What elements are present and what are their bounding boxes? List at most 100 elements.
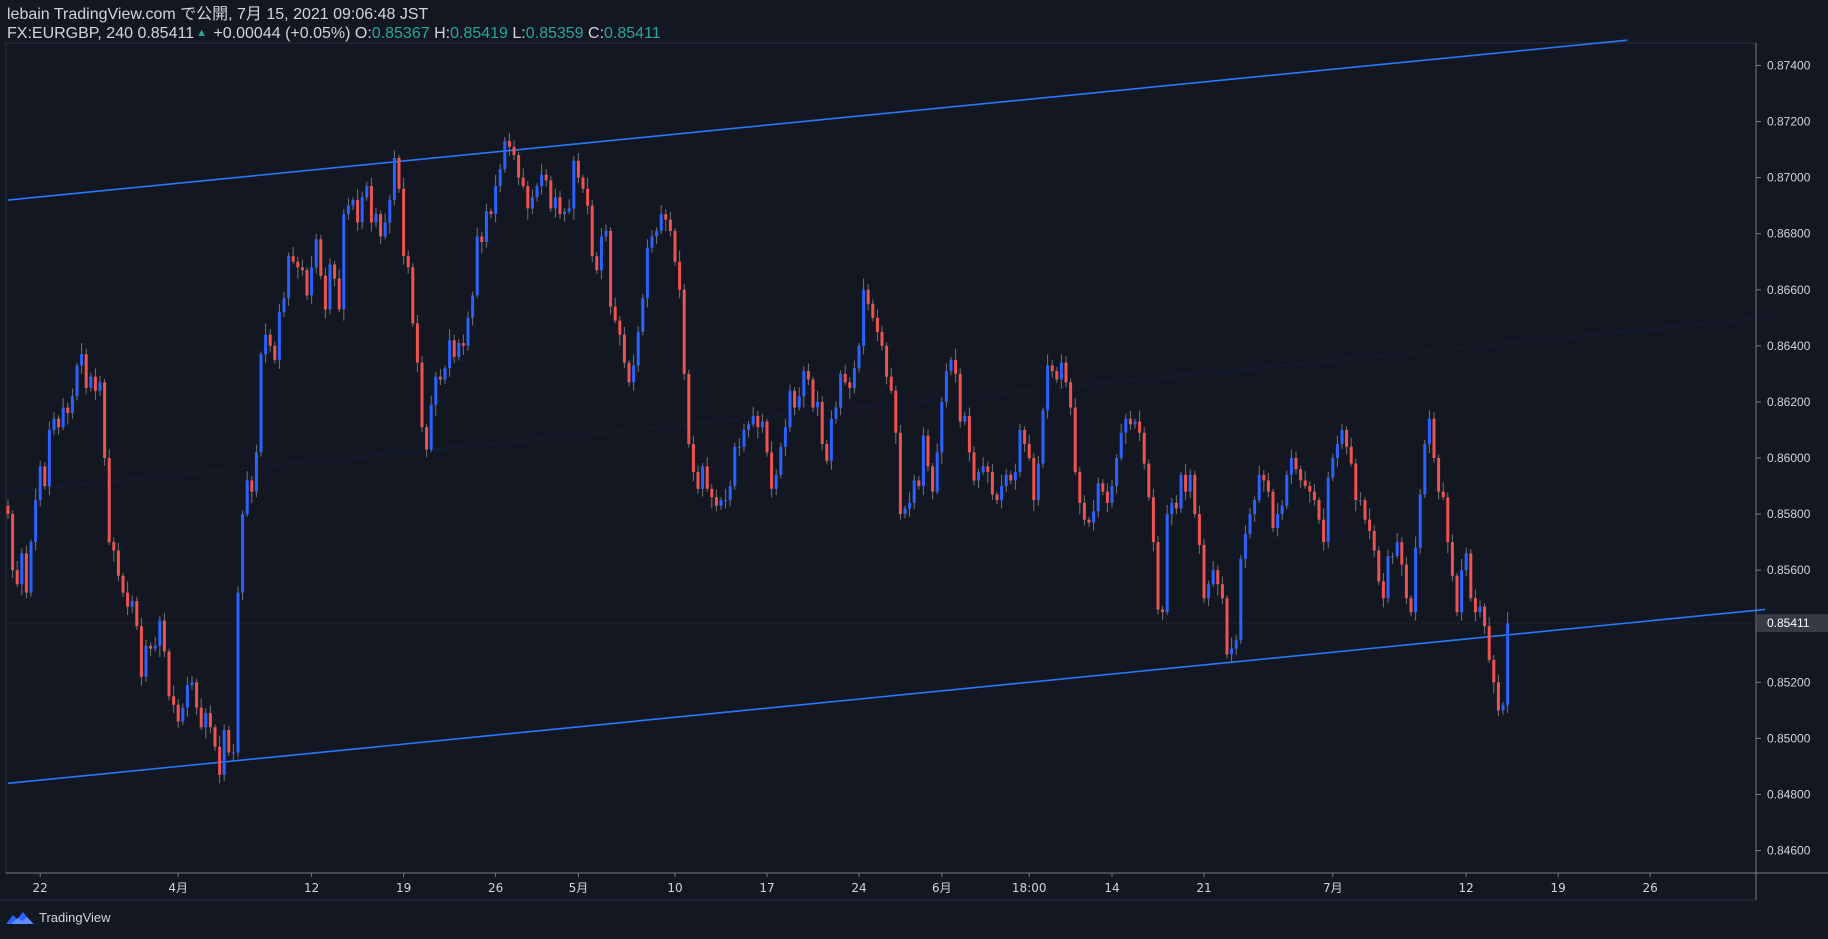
candle-body (1368, 519, 1372, 531)
candle-body (1483, 606, 1487, 627)
candle-body (425, 427, 429, 450)
candle (241, 510, 245, 601)
candle (848, 377, 852, 400)
candle (1119, 423, 1123, 461)
candle (1386, 549, 1390, 604)
candle-body (1092, 511, 1096, 523)
x-tick-label: 26 (488, 881, 503, 895)
candle (558, 190, 562, 219)
x-tick-label: 14 (1104, 881, 1119, 895)
candle-body (1078, 472, 1082, 503)
candle (457, 338, 461, 361)
candle (190, 676, 194, 691)
candle-body (986, 466, 990, 473)
candle (369, 177, 373, 232)
candle-body (512, 146, 516, 156)
trendline-upper-channel[interactable] (7, 39, 1628, 201)
candle (507, 132, 511, 156)
candle (236, 586, 240, 758)
candle-body (1464, 553, 1468, 571)
trendlines[interactable] (7, 39, 1766, 785)
candle (287, 252, 291, 306)
candle (944, 363, 948, 408)
candle-body (195, 682, 199, 708)
x-tick-label: 24 (851, 881, 866, 895)
trendline-lower-channel[interactable] (7, 608, 1766, 785)
candle (66, 402, 70, 425)
candle-body (1202, 544, 1206, 599)
x-tick-label: 10 (667, 881, 682, 895)
candle-body (162, 620, 166, 652)
candle (1368, 508, 1372, 540)
candle (52, 412, 56, 435)
candle (346, 197, 350, 220)
candle-body (949, 359, 953, 372)
candle-body (834, 407, 838, 419)
x-tick-label: 26 (1643, 881, 1658, 895)
candle (1450, 534, 1454, 582)
candle-body (613, 306, 617, 321)
candle-body (1317, 500, 1321, 520)
candle-body (885, 345, 889, 377)
candle-body (926, 435, 930, 467)
candle-body (710, 488, 714, 498)
candle (1147, 459, 1151, 501)
candle-body (1220, 584, 1224, 599)
candle-body (57, 418, 61, 428)
candle-body (940, 401, 944, 453)
candle (397, 155, 401, 194)
candle (374, 207, 378, 228)
candle (981, 457, 985, 475)
candle-body (641, 298, 645, 332)
candle-body (1262, 474, 1266, 481)
candle-body (917, 480, 921, 487)
candle-body (379, 214, 383, 237)
candle (1280, 500, 1284, 521)
candle (461, 334, 465, 355)
candle-body (1381, 581, 1385, 599)
candle (921, 427, 925, 496)
candle-body (199, 707, 203, 728)
candle-body (737, 446, 741, 448)
candle-body (1386, 556, 1390, 599)
candle-body (402, 188, 406, 257)
candle-body (480, 236, 484, 243)
candle-body (204, 713, 208, 728)
candle (1234, 634, 1238, 655)
candle (793, 387, 797, 416)
candle-body (254, 452, 258, 492)
candle (576, 153, 580, 184)
candle (599, 228, 603, 280)
candle (1216, 565, 1220, 596)
candle (29, 539, 33, 597)
candle-body (1234, 640, 1238, 649)
candle-body (135, 601, 139, 627)
candle (1289, 449, 1293, 484)
candle (1400, 537, 1404, 576)
candle (420, 356, 424, 433)
candle (314, 233, 318, 274)
candle (1377, 546, 1381, 585)
candle (880, 325, 884, 351)
candle-body (1046, 365, 1050, 411)
candle-body (1230, 648, 1234, 655)
candle-body (1059, 362, 1063, 380)
candle (797, 387, 801, 411)
candle-body (1377, 550, 1381, 582)
candle-body (535, 186, 539, 198)
price-chart[interactable]: 0.846000.848000.850000.852000.854000.856… (0, 0, 1828, 939)
candle-body (636, 331, 640, 366)
candle-body (816, 401, 820, 408)
candle (139, 617, 143, 686)
y-tick-label: 0.86000 (1767, 451, 1811, 465)
candle-body (222, 729, 226, 775)
candle-body (774, 474, 778, 489)
candle-body (61, 407, 65, 428)
candle-body (457, 343, 461, 358)
candle-body (691, 443, 695, 473)
candle-body (963, 415, 967, 422)
candle (1266, 472, 1270, 498)
candle (443, 365, 447, 384)
candle (1501, 701, 1505, 715)
candle-body (673, 230, 677, 262)
